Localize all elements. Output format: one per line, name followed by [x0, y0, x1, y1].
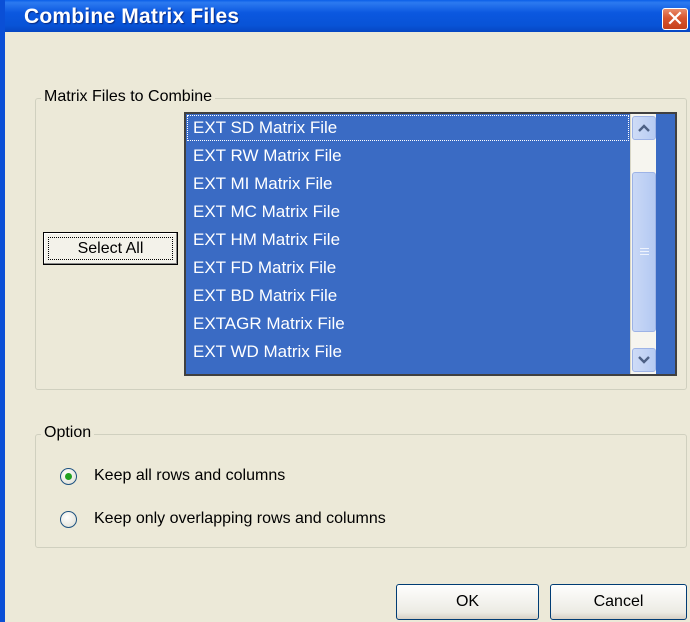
select-all-label: Select All	[77, 240, 144, 257]
list-item[interactable]: EXT SD Matrix File	[186, 114, 630, 142]
grip-icon	[640, 248, 649, 255]
scroll-up-button[interactable]	[632, 116, 656, 140]
list-item[interactable]: EXT FD Matrix File	[186, 254, 630, 282]
scroll-down-button[interactable]	[632, 348, 656, 372]
ok-button[interactable]: OK	[396, 584, 539, 620]
matrix-files-listbox[interactable]: EXT SD Matrix File EXT RW Matrix File EXT …	[184, 112, 677, 376]
list-item[interactable]: EXT HM Matrix File	[186, 226, 630, 254]
radio-button[interactable]	[60, 468, 77, 485]
list-item[interactable]: EXTAGR Matrix File	[186, 310, 630, 338]
option-legend: Option	[41, 424, 95, 442]
option-group: Option	[35, 424, 687, 548]
dialog-window: Combine Matrix Files ✕ Matrix Files to C…	[0, 0, 690, 622]
list-items: EXT SD Matrix File EXT RW Matrix File EXT …	[186, 114, 630, 366]
cancel-button[interactable]: Cancel	[550, 584, 687, 620]
select-all-button[interactable]: Select All	[43, 232, 178, 265]
list-item[interactable]: EXT WD Matrix File	[186, 338, 630, 366]
matrix-files-legend: Matrix Files to Combine	[41, 88, 216, 106]
close-button[interactable]: ✕	[662, 7, 688, 32]
title-bar[interactable]: Combine Matrix Files ✕	[5, 0, 690, 32]
scroll-thumb[interactable]	[632, 172, 656, 332]
close-icon: ✕	[665, 7, 685, 32]
list-item[interactable]: EXT RW Matrix File	[186, 142, 630, 170]
list-item[interactable]: EXT MC Matrix File	[186, 198, 630, 226]
vertical-scrollbar[interactable]	[630, 114, 656, 374]
list-item[interactable]: EXT MI Matrix File	[186, 170, 630, 198]
chevron-up-icon	[638, 124, 650, 132]
keep-overlapping-label: Keep only overlapping rows and columns	[94, 510, 386, 527]
list-item[interactable]: EXT BD Matrix File	[186, 282, 630, 310]
radio-button[interactable]	[60, 511, 77, 528]
window-title: Combine Matrix Files	[24, 5, 240, 28]
chevron-down-icon	[638, 356, 650, 364]
keep-all-label: Keep all rows and columns	[94, 467, 286, 484]
